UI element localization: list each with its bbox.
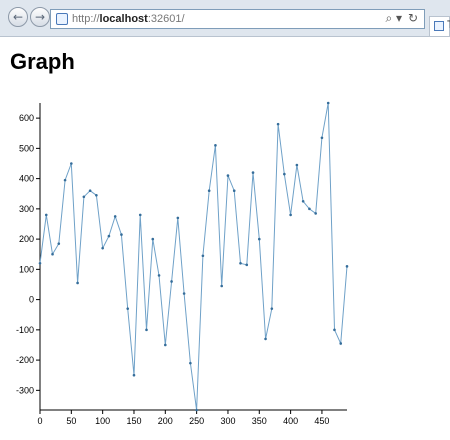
data-point: [283, 172, 286, 176]
data-point: [320, 136, 324, 140]
data-point: [251, 171, 255, 174]
data-point: [38, 262, 42, 265]
y-tick-label: 0: [29, 295, 34, 305]
tab-page-icon: [434, 21, 444, 31]
back-arrow-icon: ←: [12, 10, 24, 24]
browser-tab[interactable]: T: [429, 16, 450, 36]
back-button[interactable]: ←: [8, 7, 28, 27]
data-point: [214, 144, 217, 147]
y-tick-label: 400: [19, 174, 34, 184]
x-tick-label: 350: [252, 416, 267, 426]
data-point: [113, 215, 117, 218]
y-tick-label: 600: [19, 113, 34, 123]
data-point: [101, 246, 104, 250]
page-title: Graph: [10, 49, 75, 74]
address-bar[interactable]: http://localhost:32601/ ⌕ ▾ ↻: [50, 9, 425, 29]
x-tick-label: 300: [220, 416, 235, 426]
x-tick-label: 0: [37, 416, 42, 426]
y-tick-label: 200: [19, 234, 34, 244]
data-point: [44, 213, 48, 217]
x-tick-label: 250: [189, 416, 204, 426]
data-point: [195, 408, 198, 412]
data-point: [107, 234, 111, 238]
url-port: :32601/: [147, 13, 185, 25]
y-tick-label: -200: [16, 355, 34, 365]
browser-toolbar: ← → http://localhost:32601/ ⌕ ▾ ↻ T: [0, 0, 450, 37]
data-point: [95, 193, 98, 197]
data-point: [170, 280, 173, 283]
data-point: [314, 212, 317, 215]
x-tick-label: 100: [95, 416, 110, 426]
data-point: [151, 237, 155, 241]
y-tick-label: -100: [16, 325, 34, 335]
data-point: [257, 237, 261, 241]
y-tick-label: -300: [16, 385, 34, 395]
forward-button[interactable]: →: [30, 7, 50, 27]
data-point: [301, 200, 305, 203]
y-tick-label: 100: [19, 264, 34, 274]
data-point: [232, 189, 236, 193]
data-point: [295, 163, 299, 167]
data-point: [326, 101, 330, 105]
x-tick-label: 50: [66, 416, 76, 426]
data-point: [289, 213, 292, 217]
data-point: [276, 122, 280, 126]
data-point: [157, 274, 161, 277]
search-icon[interactable]: ⌕ ▾: [385, 11, 402, 26]
data-point: [132, 373, 136, 377]
data-point: [145, 328, 148, 332]
data-point: [339, 342, 343, 345]
data-point: [138, 213, 142, 217]
data-point: [57, 242, 61, 245]
data-point: [308, 207, 311, 211]
data-point: [88, 189, 92, 193]
data-point: [82, 195, 86, 199]
data-point: [245, 263, 249, 267]
x-tick-label: 150: [126, 416, 141, 426]
series-line: [39, 102, 348, 411]
data-point: [76, 281, 79, 285]
data-point: [63, 178, 67, 182]
data-point: [164, 343, 167, 347]
data-point: [270, 307, 274, 310]
data-point: [345, 265, 349, 268]
line-chart: -300 -200 -100 0 100 200 300 400 500 600 0 50 100 150…: [16, 101, 349, 426]
data-point: [120, 233, 123, 236]
x-tick-label: 400: [283, 416, 298, 426]
data-point: [126, 307, 130, 310]
page-icon: [56, 13, 68, 25]
data-point: [201, 254, 205, 258]
data-point: [239, 262, 242, 265]
data-point: [226, 174, 230, 177]
data-point: [333, 328, 336, 332]
data-point: [207, 189, 211, 193]
y-tick-label: 500: [19, 143, 34, 153]
data-point: [51, 252, 54, 256]
url-text[interactable]: http://localhost:32601/: [72, 13, 185, 25]
refresh-icon[interactable]: ↻: [408, 11, 418, 25]
url-host: localhost: [99, 13, 148, 25]
x-tick-label: 450: [314, 416, 329, 426]
data-point: [189, 361, 192, 365]
x-tick-label: 200: [158, 416, 173, 426]
data-point: [264, 337, 267, 341]
data-point: [70, 162, 73, 165]
data-point: [176, 216, 180, 220]
y-tick-label: 300: [19, 204, 34, 214]
data-point: [220, 284, 223, 288]
data-point: [182, 292, 186, 295]
forward-arrow-icon: →: [34, 10, 46, 24]
url-prefix: http://: [72, 13, 100, 25]
